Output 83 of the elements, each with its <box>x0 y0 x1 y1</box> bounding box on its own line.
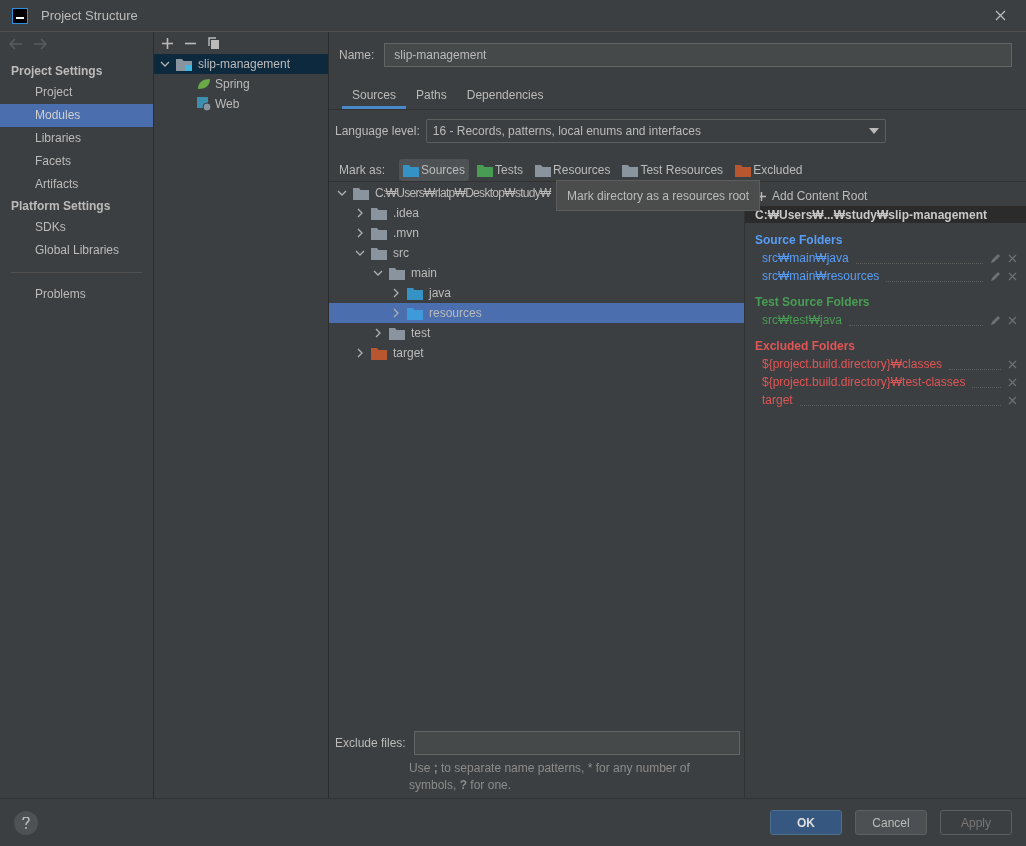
folder-name: test <box>411 325 431 342</box>
mark-as-button[interactable]: Excluded <box>731 159 807 181</box>
app-logo-icon <box>12 7 28 24</box>
module-name: slip-management <box>198 56 291 73</box>
mark-as-button[interactable]: Tests <box>473 159 528 181</box>
tree-row[interactable]: target <box>329 343 744 363</box>
name-field[interactable]: slip-management <box>384 43 1012 67</box>
folder-icon <box>371 346 387 360</box>
mark-as-button[interactable]: Test Resources <box>618 159 728 181</box>
field-label: Language level: <box>335 123 420 140</box>
sidebar-item[interactable]: Modules <box>0 104 153 127</box>
folder-icon <box>353 186 369 200</box>
add-content-root-link[interactable]: Add Content Root <box>772 187 868 205</box>
field-label: Exclude files: <box>335 735 406 752</box>
facet-name: Spring <box>215 76 250 93</box>
folder-name: C:₩Users₩rlatp₩Desktop₩study₩ <box>375 185 551 202</box>
folder-icon <box>407 286 423 300</box>
folder-name: resources <box>429 305 482 322</box>
mark-as-button[interactable]: Resources <box>531 159 615 181</box>
tree-row[interactable]: src <box>329 243 744 263</box>
folder-icon <box>407 306 423 320</box>
help-button[interactable] <box>14 810 38 835</box>
facet-row[interactable]: Spring <box>154 74 328 94</box>
section-heading: Platform Settings <box>10 198 112 215</box>
folder-path: src₩test₩java <box>762 312 842 329</box>
module-folder-icon <box>176 57 192 71</box>
sidebar-item[interactable]: Problems <box>0 283 153 306</box>
tree-row[interactable]: java <box>329 283 744 303</box>
sidebar-item[interactable]: Facets <box>0 150 153 173</box>
facet-name: Web <box>215 96 240 113</box>
language-level-dropdown[interactable]: 16 - Records, patterns, local enums and interfaces <box>425 119 886 143</box>
sidebar-item[interactable]: Artifacts <box>0 173 153 196</box>
facet-row[interactable]: Web <box>154 94 328 114</box>
tooltip: Mark directory as a resources root <box>556 180 761 211</box>
tree-row[interactable]: .mvn <box>329 223 744 243</box>
dialog-button[interactable]: OK <box>770 810 842 835</box>
sidebar-item[interactable]: SDKs <box>0 216 153 239</box>
leaf-icon <box>197 78 211 90</box>
copy-icon[interactable] <box>208 37 220 49</box>
content-root-header: C:₩Users₩...₩study₩slip-management <box>745 206 1026 223</box>
close-icon[interactable] <box>995 10 1006 21</box>
tree-row[interactable]: test <box>329 323 744 343</box>
folder-name: src <box>393 245 409 262</box>
window-title: Project Structure <box>41 6 138 25</box>
hint-text: Use ; to separate name patterns, * for any number of symbols, ? for one. <box>409 760 691 794</box>
folder-path: ${project.build.directory}₩test-classes <box>762 374 966 391</box>
folder-name: java <box>429 285 451 302</box>
field-label: Mark as: <box>339 162 385 179</box>
chevron-down-icon[interactable] <box>160 59 170 69</box>
field-label: Name: <box>339 47 375 64</box>
chevron-down-icon[interactable] <box>337 188 347 198</box>
folder-group-heading: Excluded Folders <box>755 338 857 355</box>
folder-icon <box>371 226 387 240</box>
folder-name: .idea <box>393 205 420 222</box>
dropdown-arrow-icon <box>868 128 879 134</box>
folder-icon <box>371 206 387 220</box>
folder-name: target <box>393 345 424 362</box>
tab[interactable]: Sources <box>342 83 407 109</box>
folder-group-heading: Test Source Folders <box>755 294 871 311</box>
folder-icon <box>371 246 387 260</box>
exclude-files-field[interactable] <box>413 731 740 755</box>
sidebar-item[interactable]: Libraries <box>0 127 153 150</box>
folder-icon <box>389 266 405 280</box>
sidebar-item[interactable]: Project <box>0 81 153 104</box>
folder-path: ${project.build.directory}₩classes <box>762 356 943 373</box>
section-heading: Project Settings <box>10 63 104 80</box>
folder-group-heading: Source Folders <box>755 232 844 249</box>
folder-name: main <box>411 265 437 282</box>
module-row[interactable]: slip-management <box>154 54 328 74</box>
tab[interactable]: Paths <box>406 83 457 109</box>
tree-row[interactable]: main <box>329 263 744 283</box>
folder-path: src₩main₩resources <box>762 268 880 285</box>
folder-icon <box>389 326 405 340</box>
help-icon <box>22 816 30 829</box>
folder-path: src₩main₩java <box>762 250 849 267</box>
folder-path: target <box>762 392 793 409</box>
globe-page-icon <box>197 97 211 111</box>
tab[interactable]: Dependencies <box>456 83 554 109</box>
add-icon[interactable] <box>162 37 173 49</box>
dialog-button[interactable]: Cancel <box>855 810 927 835</box>
folder-name: .mvn <box>393 225 419 242</box>
mark-as-button[interactable]: Sources <box>399 159 470 181</box>
sidebar-item[interactable]: Global Libraries <box>0 239 153 262</box>
